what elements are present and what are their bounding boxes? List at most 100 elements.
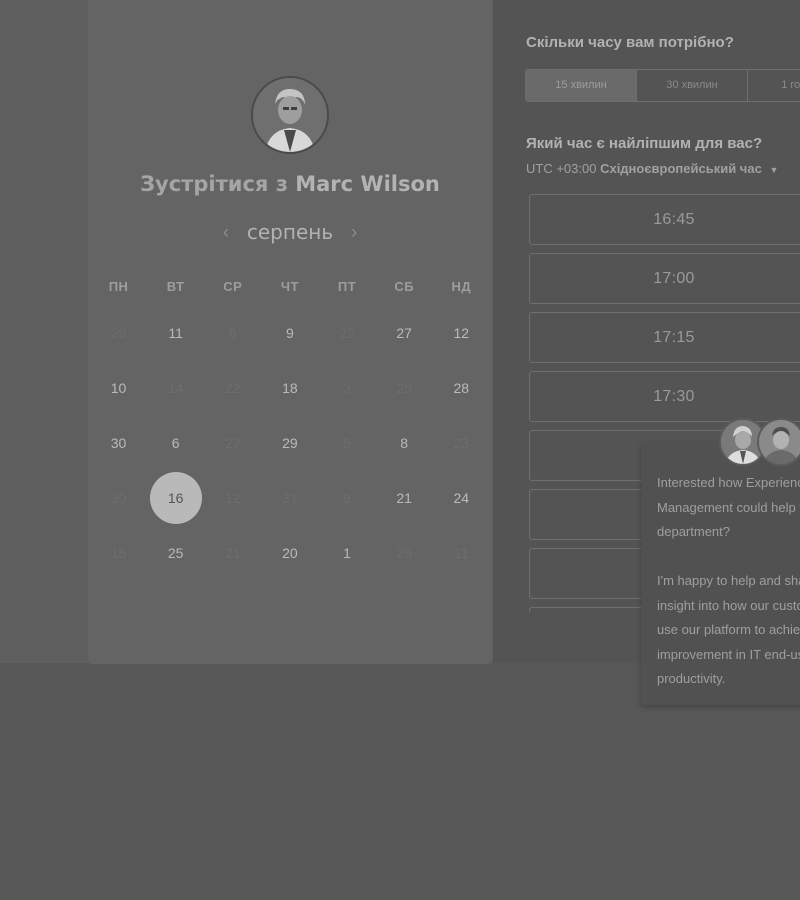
chat-line: Interested how Experience (657, 475, 800, 490)
timezone-name: Східноєвропейський час (600, 161, 762, 176)
time-slot-button[interactable]: 17:15 (529, 312, 800, 363)
chat-popup[interactable]: Interested how Experience Management coul… (641, 443, 800, 705)
calendar-day-available[interactable]: 9 (261, 306, 318, 361)
calendar-day-number: 28 (110, 325, 127, 342)
calendar-day-unavailable: 25 (376, 361, 433, 416)
weekday-label: ПТ (337, 279, 357, 294)
calendar-day-available[interactable]: 21 (376, 470, 433, 525)
calendar-day-unavailable: 11 (433, 525, 490, 580)
calendar-day-number: 10 (110, 380, 127, 397)
calendar-day-available[interactable]: 11 (147, 306, 204, 361)
weekday-label: ПН (108, 279, 129, 294)
calendar-day-unavailable: 14 (147, 361, 204, 416)
calendar-day-available[interactable]: 24 (433, 470, 490, 525)
calendar-day-number: 5 (343, 434, 351, 451)
calendar-day-selected[interactable]: 16 (147, 470, 204, 525)
month-navigator: ‹ серпень › (88, 218, 492, 246)
calendar-day-number: 6 (228, 325, 237, 342)
time-slot-button[interactable]: 17:00 (529, 253, 800, 304)
calendar-day-available[interactable]: 28 (433, 361, 490, 416)
calendar-day-number: 21 (396, 489, 412, 506)
calendar-day-number: 23 (453, 434, 470, 451)
meeting-title-prefix: Зустрітися з (140, 172, 288, 196)
calendar-day-number: 29 (282, 434, 298, 451)
weekday-label: СР (223, 279, 243, 294)
calendar-day-number: 30 (110, 489, 127, 506)
calendar-day-number: 11 (454, 544, 469, 561)
calendar-day-available[interactable]: 30 (90, 416, 147, 471)
chat-paragraph-1: Interested how Experience Management coul… (657, 471, 800, 545)
calendar-day-unavailable: 31 (261, 470, 318, 525)
calendar-grid: ПН ВТ СР ЧТ ПТ СБ НД 28 11 6 9 22 27 12 10 14 22 18 3 25 28… (90, 268, 490, 580)
duration-option[interactable]: 15 хвилин (526, 70, 637, 101)
calendar-day-available[interactable]: 1 (319, 525, 376, 580)
calendar-day-number: 1 (343, 544, 351, 561)
chevron-right-icon[interactable]: › (347, 222, 361, 243)
calendar-day-available[interactable]: 18 (261, 361, 318, 416)
calendar-day-number: 22 (339, 325, 355, 342)
calendar-day-unavailable: 22 (204, 361, 261, 416)
calendar-week: 10 14 22 18 3 25 28 (90, 361, 490, 416)
calendar-day-available[interactable]: 10 (90, 361, 147, 416)
calendar-day-number: 21 (225, 544, 241, 561)
calendar-day-number: 3 (343, 380, 351, 397)
calendar-day-available[interactable]: 6 (147, 416, 204, 471)
calendar-week: 30 6 27 29 5 8 23 (90, 416, 490, 471)
weekday-label: НД (451, 279, 472, 294)
calendar-day-number: 31 (282, 489, 298, 506)
host-name: Marc Wilson (295, 172, 440, 196)
calendar-panel: Зустрітися з Marc Wilson ‹ серпень › ПН В… (88, 0, 492, 664)
duration-selector: 15 хвилин30 хвилин1 година (525, 69, 800, 102)
weekday-label: ВТ (166, 279, 185, 294)
calendar-day-unavailable: 3 (319, 361, 376, 416)
chevron-left-icon[interactable]: ‹ (219, 222, 233, 243)
calendar-day-unavailable: 28 (90, 306, 147, 361)
duration-option[interactable]: 30 хвилин (637, 70, 748, 101)
calendar-day-number: 24 (453, 489, 470, 506)
calendar-day-number: 26 (396, 544, 412, 561)
chat-line: department? (657, 524, 730, 539)
calendar-day-number: 27 (396, 325, 412, 342)
timezone-offset: UTC +03:00 (526, 161, 597, 176)
calendar-day-unavailable: 27 (204, 416, 261, 471)
calendar-day-number: 9 (343, 489, 351, 506)
meeting-title: Зустрітися з Marc Wilson (88, 172, 492, 196)
calendar-day-available[interactable]: 20 (261, 525, 318, 580)
calendar-day-number: 11 (168, 325, 183, 342)
calendar-day-available[interactable]: 8 (376, 416, 433, 471)
host-avatar (251, 76, 329, 154)
calendar-day-unavailable: 30 (90, 470, 147, 525)
calendar-day-available[interactable]: 27 (376, 306, 433, 361)
calendar-day-number: 14 (167, 380, 184, 397)
calendar-week: 15 25 21 20 1 26 11 (90, 525, 490, 580)
agent-avatar-icon (757, 418, 800, 466)
calendar-day-number: 15 (110, 544, 127, 561)
month-label: серпень (246, 220, 334, 244)
calendar-day-available[interactable]: 25 (147, 525, 204, 580)
calendar-day-number: 22 (225, 380, 241, 397)
calendar-day-unavailable: 6 (204, 306, 261, 361)
calendar-day-unavailable: 5 (319, 416, 376, 471)
chat-line: I'm happy to help and share (657, 573, 800, 588)
timezone-selector[interactable]: UTC +03:00 Східноєвропейський час ▼ (526, 161, 778, 176)
calendar-weeks: 28 11 6 9 22 27 12 10 14 22 18 3 25 28 30 6 27 29 5 8 23 30 16… (90, 306, 490, 580)
calendar-day-number: 27 (225, 434, 241, 451)
weekday-label: ЧТ (280, 279, 299, 294)
person-avatar-icon (253, 78, 327, 152)
duration-option[interactable]: 1 година (748, 70, 800, 101)
chat-line: insight into how our customers (657, 597, 800, 613)
time-slot-button[interactable]: 17:30 (529, 371, 800, 422)
calendar-day-number: 12 (453, 325, 470, 342)
calendar-day-available[interactable]: 29 (261, 416, 318, 471)
calendar-day-number: 25 (167, 544, 184, 561)
calendar-day-number: 12 (225, 489, 241, 506)
time-question: Який час є найліпшим для вас? (526, 135, 763, 152)
time-slot-button[interactable]: 16:45 (529, 194, 800, 245)
calendar-day-available[interactable]: 12 (433, 306, 490, 361)
calendar-day-number: 16 (167, 489, 184, 506)
calendar-day-unavailable: 26 (376, 525, 433, 580)
calendar-day-number: 6 (171, 434, 180, 451)
weekday-header: ПН ВТ СР ЧТ ПТ СБ НД (90, 268, 490, 306)
calendar-day-unavailable: 22 (319, 306, 376, 361)
chat-agent-avatars[interactable] (719, 418, 800, 468)
